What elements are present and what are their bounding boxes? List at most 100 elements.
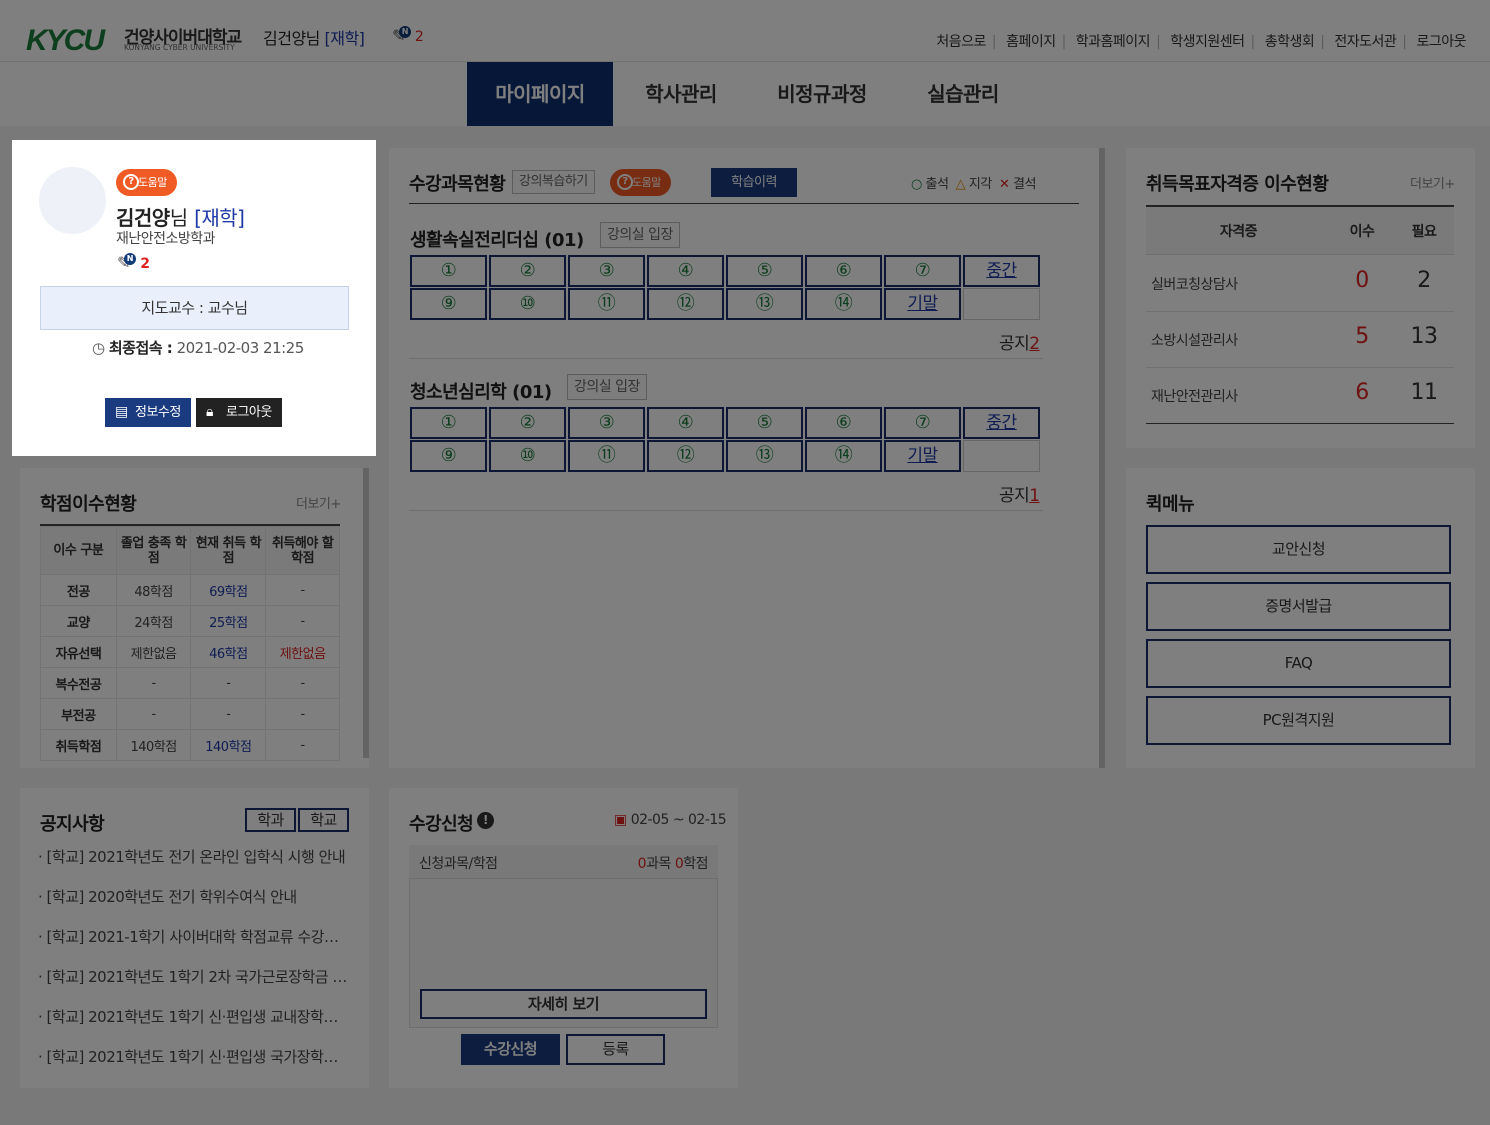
lecture-week-6[interactable]: ⑥ — [805, 255, 882, 287]
info-icon[interactable]: ! — [477, 812, 494, 829]
list-item[interactable]: · [학교] 2021학년도 1학기 신·편입생 국가장학금 안내 — [38, 1046, 348, 1067]
nav-academic[interactable]: 학사관리 — [608, 62, 754, 126]
lecture-week-9[interactable]: ⑨ — [410, 440, 487, 472]
cert-table-header: 자격증 이수 필요 — [1146, 205, 1454, 255]
edit-info-button[interactable]: ▤ 정보수정 — [105, 398, 191, 427]
header-note[interactable]: ✎N 2 — [392, 26, 424, 45]
lecture-week-7[interactable]: ⑦ — [884, 407, 961, 439]
list-item[interactable]: · [학교] 2021학년도 1학기 신·편입생 교내장학금 안내 — [38, 1006, 348, 1027]
credit-more-link[interactable]: 더보기+ — [296, 493, 341, 512]
final-exam[interactable]: 기말 — [884, 288, 961, 320]
help-icon: ? — [617, 174, 633, 190]
logout-button[interactable]: 🔒︎ 로그아웃 — [196, 398, 282, 427]
empty-cell — [963, 288, 1040, 320]
enroll-register-button[interactable]: 등록 — [566, 1034, 665, 1065]
lecture-week-6[interactable]: ⑥ — [805, 407, 882, 439]
enroll-period: ▣ 02-05 ~ 02-15 — [614, 812, 727, 828]
util-link-dept-home[interactable]: 학과홈페이지 — [1076, 34, 1151, 50]
lecture-week-10[interactable]: ⑩ — [489, 288, 566, 320]
credit-scrollbar[interactable] — [363, 468, 369, 758]
lecture-week-3[interactable]: ③ — [568, 255, 645, 287]
enter-classroom-button[interactable]: 강의실 입장 — [567, 374, 647, 400]
midterm-exam[interactable]: 중간 — [963, 255, 1040, 287]
list-item[interactable]: · [학교] 2021학년도 전기 온라인 입학식 시행 안내 — [38, 846, 348, 867]
lecture-week-11[interactable]: ⑪ — [568, 440, 645, 472]
new-badge-icon: N — [398, 26, 411, 38]
nav-practice[interactable]: 실습관리 — [890, 62, 1036, 126]
notice-tab-dept[interactable]: 학과 — [245, 808, 296, 832]
lecture-week-12[interactable]: ⑫ — [647, 288, 724, 320]
credit-cell: - — [115, 698, 192, 730]
lecture-week-14[interactable]: ⑭ — [805, 288, 882, 320]
course-notice-link[interactable]: 공지1 — [999, 481, 1040, 506]
quick-certificate[interactable]: 증명서발급 — [1146, 582, 1451, 631]
notice-item-text: [학교] 2020학년도 전기 학위수여식 안내 — [46, 888, 298, 906]
util-link-student-council[interactable]: 총학생회 — [1265, 34, 1315, 50]
util-link-logout[interactable]: 로그아웃 — [1416, 34, 1466, 50]
quick-faq[interactable]: FAQ — [1146, 639, 1451, 688]
legend: ○ 출석 △ 지각 ✕ 결석 — [911, 173, 1036, 192]
nav-non-degree[interactable]: 비정규과정 — [749, 62, 895, 126]
course-title: 수강과목현황 — [409, 174, 506, 195]
lecture-week-5[interactable]: ⑤ — [726, 407, 803, 439]
cert-row: 소방시설관리사 5 13 — [1146, 312, 1454, 368]
enroll-credit-unit: 학점 — [683, 856, 708, 872]
lecture-week-13[interactable]: ⑬ — [726, 440, 803, 472]
lecture-week-14[interactable]: ⑭ — [805, 440, 882, 472]
lecture-week-4[interactable]: ④ — [647, 407, 724, 439]
profile-help-button[interactable]: ? 도움말 — [116, 169, 177, 196]
logout-label: 로그아웃 — [226, 405, 272, 420]
lecture-week-4[interactable]: ④ — [647, 255, 724, 287]
util-link-first[interactable]: 처음으로 — [936, 34, 986, 50]
credit-header: 취득해야 할 학점 — [265, 526, 340, 575]
lecture-week-9[interactable]: ⑨ — [410, 288, 487, 320]
quick-lecture-notes[interactable]: 교안신청 — [1146, 525, 1451, 574]
nav-mypage[interactable]: 마이페이지 — [467, 62, 613, 126]
midterm-exam[interactable]: 중간 — [963, 407, 1040, 439]
credit-cell: - — [265, 729, 340, 761]
course-scrollbar[interactable] — [1099, 148, 1105, 768]
course-notice-link[interactable]: 공지2 — [999, 329, 1040, 354]
lecture-week-13[interactable]: ⑬ — [726, 288, 803, 320]
credit-cell: - — [265, 605, 340, 637]
credit-cell: 제한없음 — [115, 636, 192, 668]
table-row: 자유선택 제한없음 46학점 제한없음 — [40, 636, 340, 668]
profile-note[interactable]: ✎N 2 — [117, 253, 150, 272]
quick-pc-remote[interactable]: PC원격지원 — [1146, 696, 1451, 745]
cert-header-need: 필요 — [1411, 224, 1437, 240]
detail-view-button[interactable]: 자세히 보기 — [420, 989, 707, 1019]
lecture-week-10[interactable]: ⑩ — [489, 440, 566, 472]
review-button[interactable]: 강의복습하기 — [512, 170, 595, 194]
enroll-apply-button[interactable]: 수강신청 — [461, 1034, 560, 1065]
avatar — [39, 167, 106, 234]
top-bar: KYCU 건양사이버대학교 KONYANG CYBER UNIVERSITY 김… — [0, 0, 1490, 62]
lecture-week-5[interactable]: ⑤ — [726, 255, 803, 287]
enroll-title: 수강신청 — [409, 814, 474, 835]
list-item[interactable]: · [학교] 2020학년도 전기 학위수여식 안내 — [38, 886, 348, 907]
course-help-button[interactable]: ? 도움말 — [610, 169, 671, 196]
list-item[interactable]: · [학교] 2021학년도 1학기 2차 국가근로장학금 신청 안내 — [38, 966, 348, 987]
list-item[interactable]: · [학교] 2021-1학기 사이버대학 학점교류 수강신청 안내 — [38, 926, 348, 947]
lecture-week-11[interactable]: ⑪ — [568, 288, 645, 320]
lecture-week-2[interactable]: ② — [489, 255, 566, 287]
lecture-week-2[interactable]: ② — [489, 407, 566, 439]
credit-cell: - — [190, 667, 267, 699]
history-button[interactable]: 학습이력 — [711, 168, 797, 197]
logo-text-en: KONYANG CYBER UNIVERSITY — [124, 43, 235, 52]
lecture-week-1[interactable]: ① — [410, 407, 487, 439]
cert-more-link[interactable]: 더보기+ — [1410, 173, 1455, 192]
util-link-home[interactable]: 홈페이지 — [1006, 34, 1056, 50]
credit-title: 학점이수현황 — [40, 494, 137, 515]
cert-need: 11 — [1410, 380, 1439, 405]
quick-menu-title: 퀵메뉴 — [1146, 494, 1195, 515]
enter-classroom-button[interactable]: 강의실 입장 — [600, 222, 680, 248]
lecture-week-1[interactable]: ① — [410, 255, 487, 287]
notice-tab-school[interactable]: 학교 — [298, 808, 349, 832]
util-link-library[interactable]: 전자도서관 — [1334, 34, 1396, 50]
lecture-week-12[interactable]: ⑫ — [647, 440, 724, 472]
lecture-week-7[interactable]: ⑦ — [884, 255, 961, 287]
lecture-week-3[interactable]: ③ — [568, 407, 645, 439]
profile-name-text: 김건양 — [116, 206, 170, 230]
util-link-support[interactable]: 학생지원센터 — [1170, 34, 1245, 50]
final-exam[interactable]: 기말 — [884, 440, 961, 472]
